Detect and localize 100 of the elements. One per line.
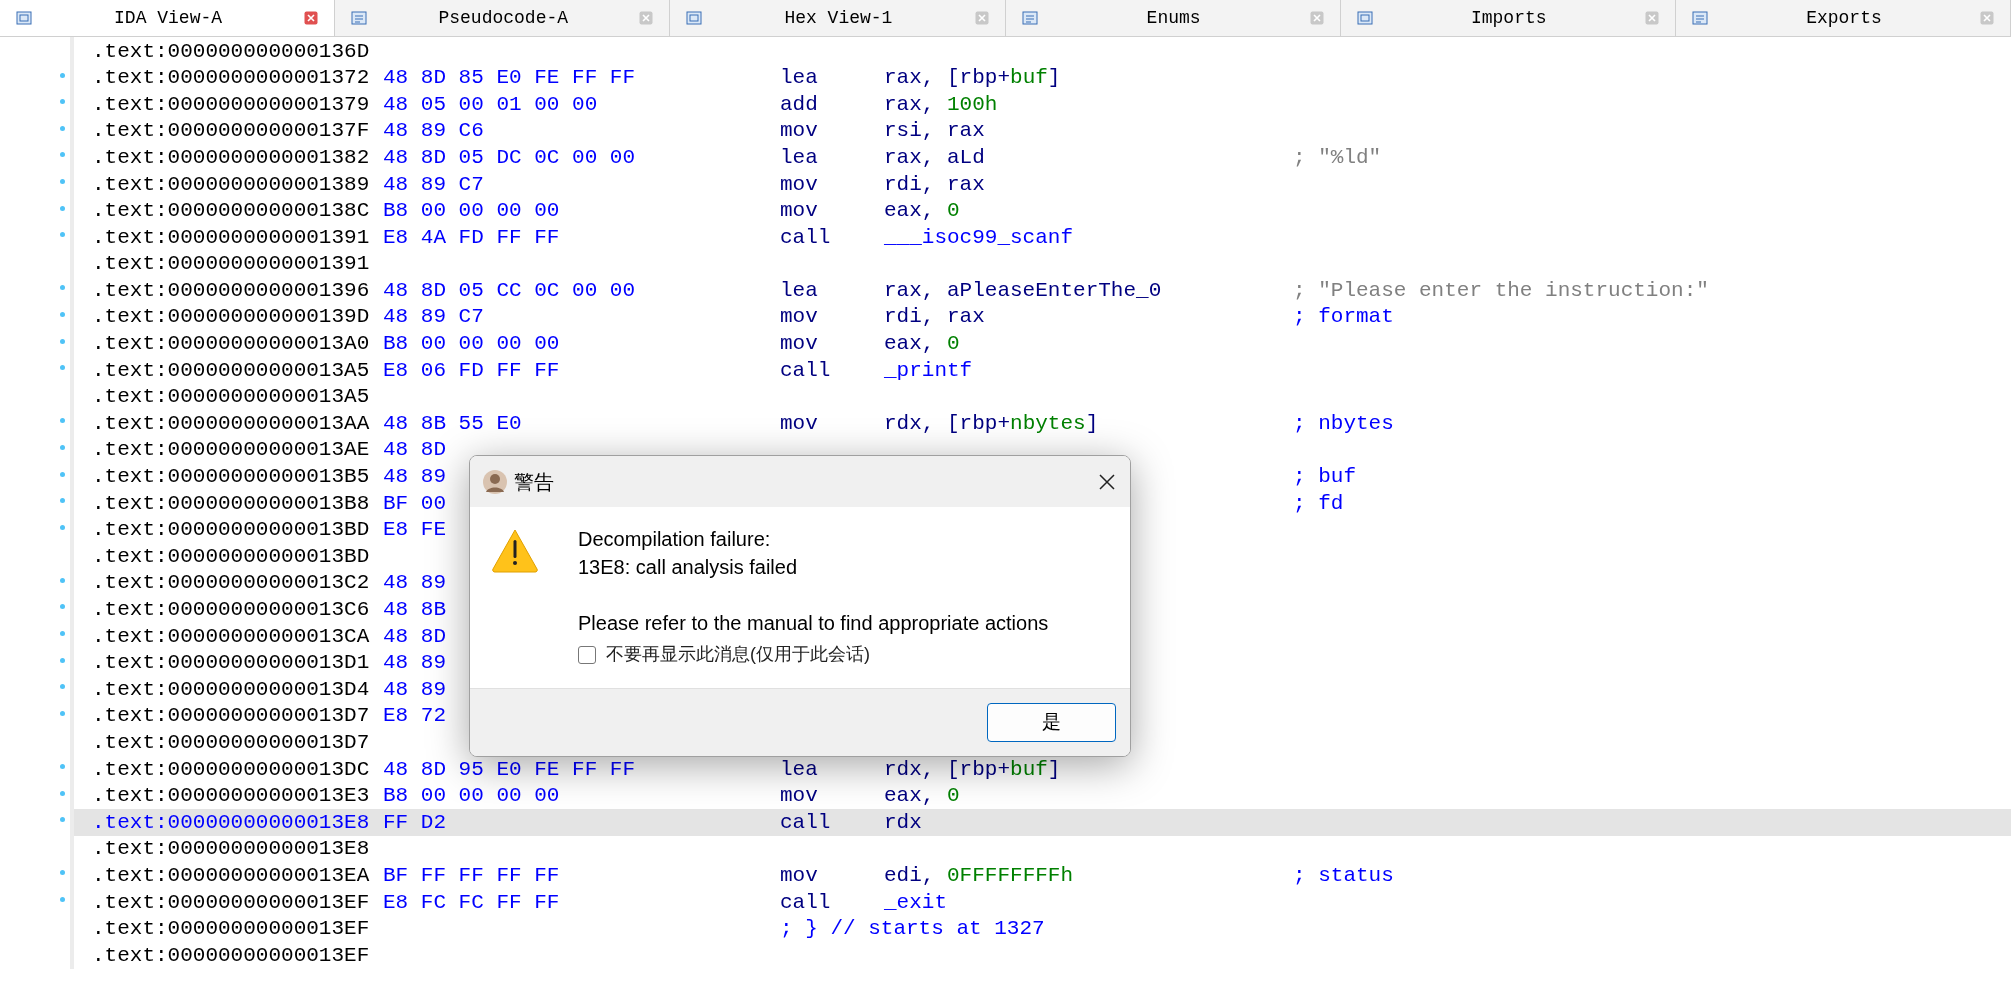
address: .text:00000000000013E3 <box>92 783 371 810</box>
address: .text:00000000000013D7 <box>92 730 371 756</box>
address: .text:00000000000013B5 <box>92 464 371 491</box>
yes-button[interactable]: 是 <box>987 703 1116 742</box>
address: .text:0000000000001391 <box>92 224 371 251</box>
address: .text:00000000000013C2 <box>92 570 371 597</box>
address: .text:00000000000013EF <box>92 916 371 943</box>
warning-icon <box>490 527 540 573</box>
close-icon[interactable] <box>1098 472 1116 491</box>
opcode-bytes: FF D2 <box>383 810 446 834</box>
view-icon <box>1356 10 1373 26</box>
mnemonic: lea <box>780 278 818 302</box>
operands: rax, aPleaseEnterThe_0 <box>884 278 1162 302</box>
operands: ___isoc99_scanf <box>884 225 1074 249</box>
opcode-bytes: 48 8B <box>383 598 446 621</box>
mnemonic: call <box>780 225 831 249</box>
opcode-bytes: E8 06 FD FF FF <box>383 358 560 382</box>
address: .text:00000000000013E8 <box>92 809 371 836</box>
opcode-bytes: BF FF FF FF FF <box>383 863 560 887</box>
view-icon <box>1021 10 1038 26</box>
view-icon <box>1691 10 1708 26</box>
view-icon <box>686 10 703 26</box>
address: .text:000000000000138C <box>92 198 371 225</box>
address: .text:00000000000013DC <box>92 756 371 783</box>
opcode-bytes: E8 FE <box>383 518 446 542</box>
mnemonic: call <box>780 358 831 382</box>
operands: rdi, rax <box>884 172 985 196</box>
avatar-icon <box>482 468 508 495</box>
mnemonic: lea <box>780 145 818 169</box>
opcode-bytes: B8 00 00 00 00 <box>383 332 560 356</box>
tab[interactable]: Imports <box>1340 0 1676 36</box>
address: .text:00000000000013C6 <box>92 597 371 623</box>
opcode-bytes: 48 8D 05 CC 0C 00 00 <box>383 278 636 302</box>
address: .text:0000000000001396 <box>92 277 371 304</box>
address: .text:00000000000013D1 <box>92 650 371 677</box>
comment: ; buf <box>1293 464 1356 491</box>
address: .text:0000000000001382 <box>92 144 371 171</box>
tab[interactable]: Hex View-1 <box>670 0 1006 36</box>
dont-show-again-checkbox[interactable]: 不要再显示此消息(仅用于此会话) <box>578 641 1049 668</box>
opcode-bytes: 48 89 <box>383 677 446 701</box>
tab[interactable]: Exports <box>1675 0 2011 36</box>
address: .text:000000000000137F <box>92 118 371 145</box>
address: .text:00000000000013B8 <box>92 490 371 517</box>
address: .text:0000000000001391 <box>92 251 371 278</box>
address: .text:0000000000001379 <box>92 91 371 118</box>
tab[interactable]: Enums <box>1005 0 1341 36</box>
address: .text:00000000000013EA <box>92 862 371 889</box>
operands: edi, 0FFFFFFFFh <box>884 863 1074 887</box>
operands: rax, [rbp+buf] <box>884 66 1061 90</box>
opcode-bytes: 48 89 C7 <box>383 172 484 196</box>
operands: eax, 0 <box>884 199 960 223</box>
comment: ; format <box>1293 304 1394 331</box>
opcode-bytes: 48 89 <box>383 571 446 595</box>
address: .text:00000000000013AE <box>92 437 371 464</box>
operands: rdx, [rbp+buf] <box>884 757 1061 781</box>
mnemonic: mov <box>780 784 818 808</box>
operands: rax, 100h <box>884 92 998 116</box>
operands: _printf <box>884 358 973 382</box>
address: .text:000000000000136D <box>92 38 371 65</box>
mnemonic: call <box>780 810 831 834</box>
opcode-bytes: 48 8D <box>383 624 446 648</box>
mnemonic: add <box>780 92 818 116</box>
address: .text:0000000000001372 <box>92 65 371 92</box>
address: .text:0000000000001389 <box>92 171 371 198</box>
operands: rdi, rax <box>884 305 985 329</box>
address: .text:00000000000013A5 <box>92 384 371 411</box>
operands: eax, 0 <box>884 332 960 356</box>
mnemonic: mov <box>780 305 818 329</box>
dialog-title: 警告 <box>514 469 555 495</box>
function-end-comment: ; } // starts at 1327 <box>780 916 1045 943</box>
operands: rsi, rax <box>884 119 985 143</box>
address: .text:00000000000013CA <box>92 623 371 650</box>
address: .text:000000000000139D <box>92 304 371 331</box>
opcode-bytes: 48 8D 95 E0 FE FF FF <box>383 757 636 781</box>
view-icon <box>16 10 32 26</box>
address: .text:00000000000013A0 <box>92 331 371 358</box>
mnemonic: lea <box>780 66 818 90</box>
mnemonic: mov <box>780 199 818 223</box>
address: .text:00000000000013AA <box>92 410 371 437</box>
error-message: 13E8: call analysis failed <box>578 555 798 580</box>
comment: ; "Please enter the instruction:" <box>1293 277 1709 304</box>
error-message: Decompilation failure: <box>578 527 772 552</box>
mnemonic: mov <box>780 411 818 435</box>
view-icon <box>351 10 368 26</box>
opcode-bytes: 48 89 <box>383 651 446 675</box>
address: .text:00000000000013BD <box>92 543 371 570</box>
opcode-bytes: 48 8D 05 DC 0C 00 00 <box>383 145 636 169</box>
address: .text:00000000000013E8 <box>92 836 371 863</box>
address: .text:00000000000013EF <box>92 889 371 916</box>
mnemonic: lea <box>780 757 818 781</box>
opcode-bytes: E8 4A FD FF FF <box>383 225 560 249</box>
address: .text:00000000000013D7 <box>92 703 371 730</box>
opcode-bytes: 48 05 00 01 00 00 <box>383 92 598 116</box>
address: .text:00000000000013EF <box>92 942 371 969</box>
comment: ; "%ld" <box>1293 144 1382 171</box>
comment: ; nbytes <box>1293 410 1394 437</box>
opcode-bytes: 48 8D <box>383 438 446 462</box>
operands: rax, aLd <box>884 145 985 169</box>
tab[interactable]: Pseudocode-A <box>335 0 671 36</box>
operands: rdx <box>884 810 922 834</box>
